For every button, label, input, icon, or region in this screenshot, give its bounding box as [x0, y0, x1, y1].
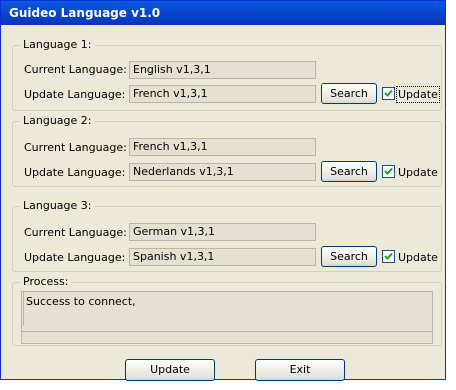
- title-bar: Guideo Language v1.0: [1, 1, 445, 25]
- language-1-group: Language 1: Current Language: English v1…: [12, 38, 442, 111]
- language-3-group: Language 3: Current Language: German v1,…: [12, 199, 442, 272]
- language-3-legend: Language 3:: [20, 199, 95, 212]
- language-2-group: Language 2: Current Language: French v1,…: [12, 114, 442, 187]
- language-2-legend: Language 2:: [20, 114, 95, 127]
- process-group: Process: Success to connect,: [12, 275, 442, 346]
- language-1-update-field[interactable]: French v1,3,1: [129, 85, 316, 103]
- current-language-label: Current Language:: [24, 63, 127, 76]
- language-1-current-field: English v1,3,1: [129, 61, 316, 79]
- language-3-update-field[interactable]: Spanish v1,3,1: [129, 248, 316, 266]
- language-1-legend: Language 1:: [20, 38, 95, 51]
- main-window: Guideo Language v1.0 Language 1: Current…: [0, 0, 446, 381]
- process-divider-vertical: [22, 292, 24, 326]
- language-1-search-button[interactable]: Search: [321, 83, 377, 104]
- language-3-current-field: German v1,3,1: [129, 223, 316, 241]
- language-2-update-label[interactable]: Update: [398, 166, 438, 179]
- update-language-label: Update Language:: [24, 251, 126, 264]
- language-2-update-field[interactable]: Nederlands v1,3,1: [129, 163, 316, 181]
- process-status-text: Success to connect,: [26, 295, 136, 308]
- language-2-search-button[interactable]: Search: [321, 161, 377, 182]
- update-language-label: Update Language:: [24, 88, 126, 101]
- process-legend: Process:: [20, 275, 72, 288]
- language-3-update-checkbox[interactable]: [382, 250, 395, 263]
- language-1-update-checkbox[interactable]: [382, 87, 395, 100]
- update-language-label: Update Language:: [24, 166, 126, 179]
- check-icon: [384, 167, 393, 175]
- language-3-update-label[interactable]: Update: [398, 251, 438, 264]
- exit-button[interactable]: Exit: [255, 359, 345, 381]
- language-3-search-button[interactable]: Search: [321, 246, 377, 267]
- language-2-current-field: French v1,3,1: [129, 138, 316, 156]
- check-icon: [384, 252, 393, 260]
- language-2-update-checkbox[interactable]: [382, 165, 395, 178]
- current-language-label: Current Language:: [24, 226, 127, 239]
- current-language-label: Current Language:: [24, 141, 127, 154]
- update-button[interactable]: Update: [125, 359, 215, 381]
- process-log[interactable]: Success to connect,: [21, 291, 433, 344]
- process-divider-horizontal: [22, 331, 432, 332]
- check-icon: [384, 89, 393, 97]
- language-1-update-label[interactable]: Update: [396, 86, 440, 103]
